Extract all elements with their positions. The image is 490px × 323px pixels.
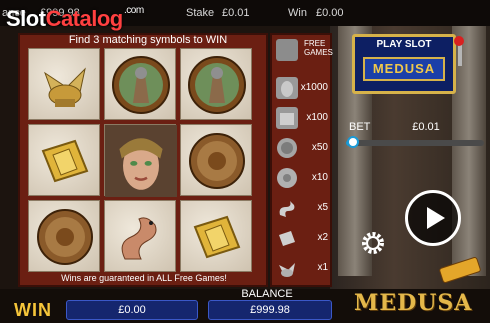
medusa-face-icon	[105, 125, 177, 197]
medusa-face-icon	[276, 77, 298, 99]
settings-gear-icon[interactable]	[361, 231, 385, 255]
play-icon	[427, 207, 445, 229]
bet-slider-handle[interactable]	[346, 136, 359, 148]
golden-tile-icon	[279, 231, 295, 246]
reels-header-text: Find 3 matching symbols to WIN	[68, 34, 228, 46]
reel-cell[interactable]	[104, 48, 176, 120]
reel-cell[interactable]	[104, 124, 177, 197]
reel-cell[interactable]	[28, 48, 100, 120]
multiplier: x50	[311, 142, 328, 153]
spin-button[interactable]	[405, 190, 461, 246]
bet-label: BET	[349, 121, 371, 133]
paytable-row: x1000	[274, 75, 330, 101]
medusa-title-small: MEDUSA	[363, 57, 445, 81]
paytable-row: x2	[274, 225, 330, 251]
paytable-row: x10	[274, 165, 330, 191]
medusa-coin-icon	[37, 209, 93, 265]
top-win-value: £0.00	[316, 7, 344, 19]
paytable-row: x100	[274, 105, 330, 131]
play-slot-label: PLAY SLOT	[376, 39, 432, 50]
golden-tile-icon	[41, 139, 89, 183]
reel-cell[interactable]	[180, 124, 252, 196]
multiplier: x1	[317, 262, 328, 273]
serpent-icon	[279, 201, 295, 217]
bet-value: £0.01	[412, 121, 440, 133]
paytable-row: x1	[274, 255, 330, 281]
free-games-label: FREE GAMES	[304, 39, 333, 57]
win-label: WIN	[14, 300, 52, 320]
multiplier: x2	[317, 232, 328, 243]
slotcatalog-logo: SlotCatalog .com	[6, 5, 144, 31]
reel-cell[interactable]	[180, 48, 252, 120]
serpent-icon	[121, 217, 157, 260]
balance-amount: £999.98	[208, 300, 332, 320]
golden-tile-icon	[193, 215, 241, 259]
multiplier: x1000	[300, 82, 328, 93]
warrior-shield-icon	[112, 56, 170, 114]
free-games-symbol-icon	[276, 39, 298, 61]
paytable-row: x5	[274, 195, 330, 221]
winged-helmet-icon	[279, 263, 295, 277]
paytable-row: x50	[274, 135, 330, 161]
reel-cell[interactable]	[28, 200, 100, 272]
play-slot-banner[interactable]: PLAY SLOT MEDUSA	[352, 34, 456, 94]
lever-knob-icon	[454, 36, 464, 46]
reel-cell[interactable]	[180, 200, 252, 272]
winged-helmet-icon	[44, 67, 86, 107]
reels-footer-text: Wins are guaranteed in ALL Free Games!	[61, 273, 227, 283]
reel-cell[interactable]	[28, 124, 100, 196]
paytable-free-games-row: FREE GAMES	[274, 37, 333, 63]
multiplier: x100	[306, 112, 328, 123]
warrior-shield-icon	[188, 56, 246, 114]
medusa-game-logo: MEDUSA	[354, 290, 473, 316]
multiplier: x10	[311, 172, 328, 183]
top-win-label: Win	[288, 7, 307, 19]
medusa-coin-icon	[189, 133, 245, 189]
medusa-coin-icon	[277, 168, 297, 188]
bet-slider-track[interactable]	[346, 140, 484, 146]
reel-cell[interactable]	[104, 200, 176, 272]
temple-icon	[276, 107, 298, 129]
stake-label: Stake	[186, 7, 215, 19]
multiplier: x5	[317, 202, 328, 213]
paytable-panel: FREE GAMES x1000 x100 x50 x10 x5 x2 x1	[270, 33, 333, 287]
balance-label: BALANCE	[241, 288, 293, 300]
stake-value: £0.01	[222, 7, 250, 19]
win-amount: £0.00	[66, 300, 198, 320]
warrior-shield-icon	[277, 138, 297, 158]
